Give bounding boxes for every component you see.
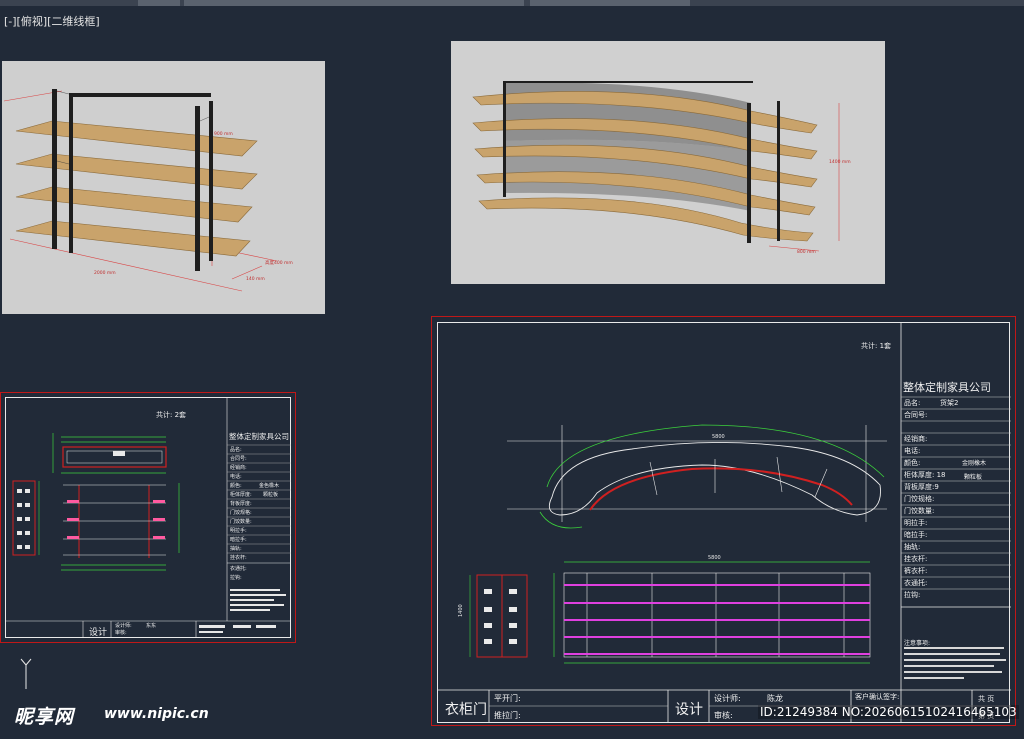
title-row: 抽轨:	[230, 546, 242, 552]
title-row-value: 金刚橡木	[962, 460, 987, 467]
title-row: 电话:	[230, 474, 242, 480]
title-row-label: 明拉手:	[904, 519, 928, 527]
door-label: 衣柜门	[445, 702, 487, 718]
design-label: 设计	[675, 702, 703, 718]
dim-depth-label: 140 mm	[246, 276, 265, 282]
review-label: 审核:	[115, 630, 127, 636]
review-label: 审核:	[714, 711, 733, 720]
designer-value: 陈龙	[767, 694, 783, 703]
ucs-axis-icon	[20, 658, 32, 689]
title-row: 门饺数量:	[230, 519, 252, 525]
watermark-url: www.nipic.cn	[104, 706, 209, 722]
drawing-sheet-small[interactable]: 共计: 2套 整体定制家具公司 品名: 合同号: 经销商: 电话: 颜色: 金色…	[0, 392, 296, 643]
title-row-value: 颗粒板	[964, 474, 983, 481]
designer-value: 东东	[146, 623, 157, 629]
title-row-label: 颜色:	[904, 459, 921, 467]
title-row-label: 经销商:	[904, 435, 928, 443]
render-image-straight-shelf: 900 mm 2000 mm 140 mm 高度400 mm	[2, 61, 325, 314]
title-row: 背板厚度:	[230, 501, 252, 507]
title-row: 颜色:	[230, 483, 242, 489]
company-name: 整体定制家具公司	[229, 432, 289, 441]
page-count: 共 页	[978, 695, 995, 703]
title-row-label: 门饺规格:	[904, 495, 935, 503]
title-row-value: 货架2	[940, 399, 959, 407]
title-row: 品名:	[230, 447, 242, 453]
title-row: 明拉手:	[230, 528, 247, 534]
title-row: 门饺规格:	[230, 510, 252, 516]
watermark-id: ID:21249384 NO:20260615102416465103	[758, 705, 1019, 719]
title-row-label: 合同号:	[904, 411, 928, 419]
company-name: 整体定制家具公司	[903, 381, 991, 394]
title-row: 经销商:	[230, 465, 247, 471]
title-row: 暗拉手:	[230, 537, 247, 543]
toolbar-tab[interactable]	[530, 0, 690, 6]
title-row: 合同号:	[230, 456, 247, 462]
top-toolbar-strip	[0, 0, 1024, 6]
title-row-label: 暗拉手:	[904, 531, 928, 539]
render-image-curved-shelf: 1400 mm 800 mm	[451, 41, 885, 284]
color-value: 金色橡木	[259, 483, 280, 489]
dim-left-height: 1400	[458, 604, 464, 617]
title-row-label: 电话:	[904, 447, 921, 455]
toolbar-tab[interactable]	[138, 0, 180, 6]
dim-length-label: 2000 mm	[94, 270, 116, 276]
watermark-logo: 昵享网	[14, 706, 75, 728]
sheet-count: 共计: 2套	[156, 411, 187, 419]
dim-bottom-total: 5800	[708, 555, 721, 561]
designer-label: 设计师:	[714, 694, 741, 703]
title-row: 柜体厚度:	[230, 492, 252, 498]
title-row-label: 衣通托:	[904, 579, 928, 587]
dim-side-label: 高度400 mm	[265, 259, 293, 266]
dim-top-total: 5800	[712, 434, 725, 440]
board-value: 颗粒板	[263, 492, 279, 498]
design-label: 设计	[89, 628, 108, 638]
viewport-controls-label[interactable]: [-][俯视][二维线框]	[4, 13, 100, 29]
title-row-label: 拉钩:	[904, 591, 921, 599]
toolbar-tab[interactable]	[184, 0, 524, 6]
customer-confirm-label: 客户确认签字:	[855, 693, 900, 701]
title-row: 挂衣杆:	[230, 555, 247, 561]
title-row-label: 品名:	[904, 399, 921, 407]
dim-height-label: 1400 mm	[829, 159, 851, 165]
title-row: 衣通托:	[230, 566, 247, 572]
dim-height-label: 900 mm	[214, 131, 233, 137]
title-row-label: 抽轨:	[904, 543, 921, 551]
flat-door-label: 平开门:	[494, 694, 521, 703]
title-row-label: 背板厚度:9	[904, 483, 939, 491]
title-row: 拉钩:	[230, 575, 242, 581]
slide-door-label: 推拉门:	[494, 711, 521, 720]
title-row-label: 柜体厚度: 18	[904, 471, 946, 479]
drawing-sheet-large[interactable]: 5800 5800 1400 共计: 1套 整体定制家具公司 品名: 货架2 合…	[431, 316, 1016, 726]
title-row-label: 挂衣杆:	[904, 555, 928, 563]
dim-depth-label: 800 mm	[797, 249, 816, 255]
title-row-label: 门饺数量:	[904, 507, 935, 515]
notes-title: 注意事项:	[904, 640, 931, 647]
sheet-count: 共计: 1套	[861, 342, 892, 350]
designer-label: 设计师:	[115, 623, 132, 629]
title-row-label: 裤衣杆:	[904, 567, 928, 575]
